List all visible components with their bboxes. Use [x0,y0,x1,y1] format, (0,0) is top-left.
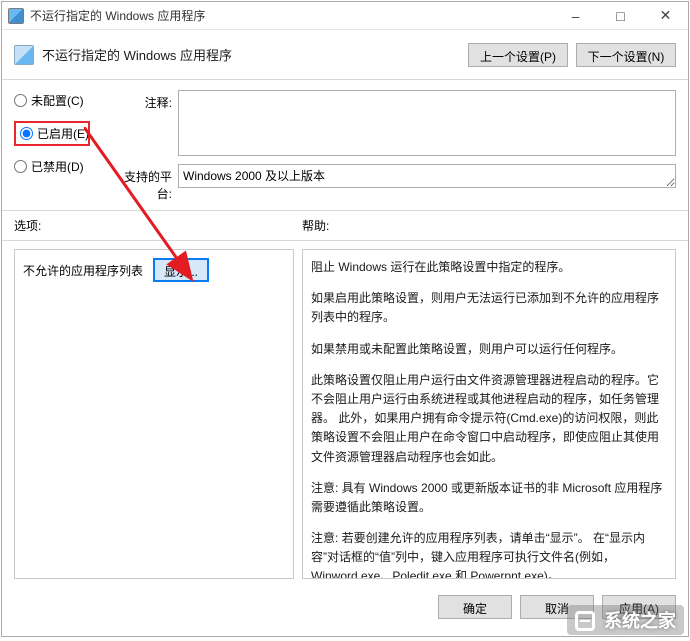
comment-textarea[interactable] [178,90,676,156]
app-icon [8,8,24,24]
minimize-button[interactable]: – [553,2,598,30]
state-radio-group: 未配置(C) 已启用(E) 已禁用(D) [14,90,106,175]
close-button[interactable]: ✕ [643,2,688,30]
help-paragraph: 此策略设置仅阻止用户运行由文件资源管理器进程启动的程序。它不会阻止用户运行由系统… [311,371,667,467]
radio-disabled-input[interactable] [14,160,27,173]
radio-enabled-input[interactable] [20,127,33,140]
midbar: 选项: 帮助: [2,211,688,241]
help-paragraph: 注意: 若要创建允许的应用程序列表，请单击“显示”。 在“显示内容”对话框的“值… [311,529,667,579]
help-paragraph: 如果启用此策略设置，则用户无法运行已添加到不允许的应用程序列表中的程序。 [311,289,667,327]
radio-enabled-highlight-box: 已启用(E) [14,121,90,146]
radio-not-configured-label: 未配置(C) [31,92,84,109]
window-title: 不运行指定的 Windows 应用程序 [30,7,553,24]
comment-label: 注释: [114,90,172,111]
prev-setting-button[interactable]: 上一个设置(P) [468,43,568,67]
help-paragraph: 如果禁用或未配置此策略设置，则用户可以运行任何程序。 [311,340,667,359]
policy-icon [14,45,34,65]
options-pane: 不允许的应用程序列表 显示... [14,249,294,579]
next-setting-button[interactable]: 下一个设置(N) [576,43,676,67]
radio-enabled-label: 已启用(E) [37,125,89,142]
right-fields: 注释: 支持的平台: Windows 2000 及以上版本 [114,90,676,202]
policy-title: 不运行指定的 Windows 应用程序 [42,45,460,64]
help-pane[interactable]: 阻止 Windows 运行在此策略设置中指定的程序。 如果启用此策略设置，则用户… [302,249,676,579]
footer-row: 确定 取消 应用(A) [2,587,688,627]
ok-button[interactable]: 确定 [438,595,512,619]
comment-row: 注释: [114,90,676,156]
platform-label: 支持的平台: [114,164,172,202]
config-area: 未配置(C) 已启用(E) 已禁用(D) 注释: [2,80,688,211]
apply-button[interactable]: 应用(A) [602,595,676,619]
platform-row: 支持的平台: Windows 2000 及以上版本 [114,164,676,202]
cancel-button[interactable]: 取消 [520,595,594,619]
title-bar: 不运行指定的 Windows 应用程序 – □ ✕ [2,2,688,30]
help-label: 帮助: [302,217,676,234]
options-label: 选项: [14,217,302,234]
maximize-button[interactable]: □ [598,2,643,30]
radio-disabled[interactable]: 已禁用(D) [14,158,106,175]
radio-enabled[interactable]: 已启用(E) [20,125,89,142]
window-controls: – □ ✕ [553,2,688,30]
dialog-window: 不运行指定的 Windows 应用程序 – □ ✕ 不运行指定的 Windows… [1,1,689,637]
show-button[interactable]: 显示... [153,258,209,282]
header-row: 不运行指定的 Windows 应用程序 上一个设置(P) 下一个设置(N) [2,30,688,80]
radio-disabled-label: 已禁用(D) [31,158,84,175]
radio-not-configured[interactable]: 未配置(C) [14,92,106,109]
help-paragraph: 注意: 具有 Windows 2000 或更新版本证书的非 Microsoft … [311,479,667,517]
body-row: 不允许的应用程序列表 显示... 阻止 Windows 运行在此策略设置中指定的… [2,241,688,587]
platform-textbox: Windows 2000 及以上版本 [178,164,676,188]
disallowed-list-label: 不允许的应用程序列表 [23,262,143,279]
radio-not-configured-input[interactable] [14,94,27,107]
help-paragraph: 阻止 Windows 运行在此策略设置中指定的程序。 [311,258,667,277]
